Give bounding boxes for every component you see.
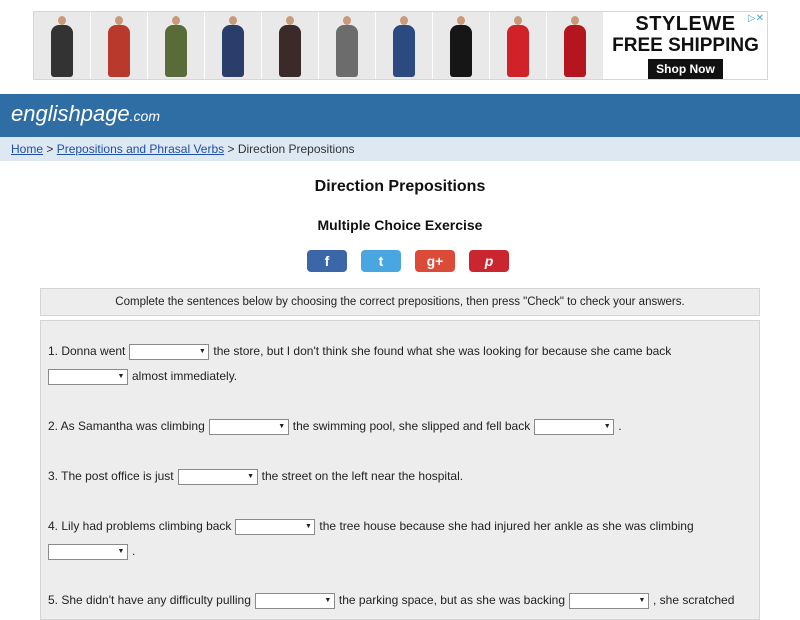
question-text: the store, but I don't think she found w… bbox=[213, 344, 672, 359]
site-logo[interactable]: englishpage.com bbox=[11, 101, 160, 127]
breadcrumb-section-link[interactable]: Prepositions and Phrasal Verbs bbox=[57, 142, 224, 156]
dress-shape bbox=[279, 16, 301, 77]
social-share-bar: f t g+ p bbox=[307, 250, 509, 272]
question-4: 4. Lily had problems climbing back ▼ the t… bbox=[48, 519, 694, 535]
ad-dress-image[interactable] bbox=[148, 12, 204, 79]
dropdown-arrow-icon: ▼ bbox=[117, 548, 125, 555]
ad-dress-image[interactable] bbox=[262, 12, 318, 79]
ad-dress-image[interactable] bbox=[205, 12, 261, 79]
question-2: 2. As Samantha was climbing ▼ the swimming… bbox=[48, 419, 622, 435]
ad-brand-panel[interactable]: ▷✕ STYLEWE FREE SHIPPING Shop Now bbox=[604, 12, 767, 79]
breadcrumb: Home > Prepositions and Phrasal Verbs > … bbox=[0, 137, 800, 161]
breadcrumb-home-link[interactable]: Home bbox=[11, 142, 43, 156]
close-ad-icon[interactable]: ▷✕ bbox=[748, 13, 764, 24]
question-text: the street on the left near the hospital… bbox=[261, 469, 464, 484]
page-title: Direction Prepositions bbox=[314, 178, 486, 195]
dress-shape bbox=[222, 16, 244, 77]
answer-dropdown[interactable]: ▼ bbox=[254, 593, 335, 609]
question-5: 5. She didn't have any difficulty pullin… bbox=[48, 593, 734, 609]
ad-dress-image[interactable] bbox=[376, 12, 432, 79]
answer-dropdown[interactable]: ▼ bbox=[48, 544, 128, 560]
dropdown-arrow-icon: ▼ bbox=[324, 597, 332, 604]
ad-dress-image[interactable] bbox=[547, 12, 603, 79]
dropdown-arrow-icon: ▼ bbox=[638, 597, 646, 604]
dress-shape bbox=[564, 16, 586, 77]
dropdown-arrow-icon: ▼ bbox=[603, 423, 611, 430]
answer-dropdown[interactable]: ▼ bbox=[569, 593, 650, 609]
question-text: 2. As Samantha was climbing bbox=[48, 419, 205, 434]
dropdown-arrow-icon: ▼ bbox=[278, 423, 286, 430]
answer-dropdown[interactable]: ▼ bbox=[48, 369, 128, 385]
dress-shape bbox=[507, 16, 529, 77]
logo-main: englishpage bbox=[11, 101, 130, 126]
dress-shape bbox=[336, 16, 358, 77]
dress-shape bbox=[108, 16, 130, 77]
site-header: englishpage.com bbox=[0, 94, 800, 137]
twitter-share-button[interactable]: t bbox=[361, 250, 401, 272]
ad-offer-text: FREE SHIPPING bbox=[612, 34, 759, 56]
question-text: the parking space, but as she was backin… bbox=[338, 593, 566, 608]
ad-dress-image[interactable] bbox=[34, 12, 90, 79]
exercise-panel: 1. Donna went ▼ the store, but I don't thi… bbox=[40, 320, 760, 620]
question-text: almost immediately. bbox=[132, 369, 238, 384]
answer-dropdown[interactable]: ▼ bbox=[235, 519, 316, 535]
question-text: the swimming pool, she slipped and fell … bbox=[292, 419, 531, 434]
google-plus-share-button[interactable]: g+ bbox=[415, 250, 455, 272]
ad-dress-image[interactable] bbox=[433, 12, 489, 79]
answer-dropdown[interactable]: ▼ bbox=[534, 419, 615, 435]
question-text: 3. The post office is just bbox=[48, 469, 174, 484]
question-text: 5. She didn't have any difficulty pullin… bbox=[48, 593, 251, 608]
dress-shape bbox=[393, 16, 415, 77]
shop-now-button[interactable]: Shop Now bbox=[648, 58, 723, 79]
dress-shape bbox=[450, 16, 472, 77]
question-text: the tree house because she had injured h… bbox=[319, 519, 694, 534]
dropdown-arrow-icon: ▼ bbox=[198, 348, 206, 355]
ad-dress-image[interactable] bbox=[319, 12, 375, 79]
question-1-continued: ▼ almost immediately. bbox=[48, 369, 237, 385]
dropdown-arrow-icon: ▼ bbox=[304, 523, 312, 530]
breadcrumb-separator: > bbox=[43, 142, 57, 156]
facebook-share-button[interactable]: f bbox=[307, 250, 347, 272]
question-text: . bbox=[132, 544, 136, 559]
question-text: , she scratched bbox=[653, 593, 735, 608]
question-4-continued: ▼. bbox=[48, 544, 135, 560]
question-text: 1. Donna went bbox=[48, 344, 126, 359]
question-3: 3. The post office is just ▼ the street on… bbox=[48, 469, 463, 485]
answer-dropdown[interactable]: ▼ bbox=[177, 469, 258, 485]
dress-shape bbox=[51, 16, 73, 77]
pinterest-share-button[interactable]: p bbox=[469, 250, 509, 272]
dress-shape bbox=[165, 16, 187, 77]
instructions-box: Complete the sentences below by choosing… bbox=[40, 288, 760, 316]
question-1: 1. Donna went ▼ the store, but I don't thi… bbox=[48, 344, 671, 360]
breadcrumb-separator: > bbox=[224, 142, 238, 156]
answer-dropdown[interactable]: ▼ bbox=[129, 344, 210, 360]
question-text: 4. Lily had problems climbing back bbox=[48, 519, 232, 534]
breadcrumb-current: Direction Prepositions bbox=[237, 142, 355, 156]
answer-dropdown[interactable]: ▼ bbox=[208, 419, 289, 435]
ad-dress-image[interactable] bbox=[91, 12, 147, 79]
question-text: . bbox=[618, 419, 622, 434]
ad-brand-name: STYLEWE bbox=[635, 12, 736, 35]
ad-banner[interactable]: ▷✕ STYLEWE FREE SHIPPING Shop Now bbox=[33, 11, 768, 80]
page-subtitle: Multiple Choice Exercise bbox=[317, 217, 483, 233]
dropdown-arrow-icon: ▼ bbox=[117, 373, 125, 380]
dropdown-arrow-icon: ▼ bbox=[247, 473, 255, 480]
logo-suffix: .com bbox=[129, 108, 161, 124]
ad-dress-image[interactable] bbox=[490, 12, 546, 79]
